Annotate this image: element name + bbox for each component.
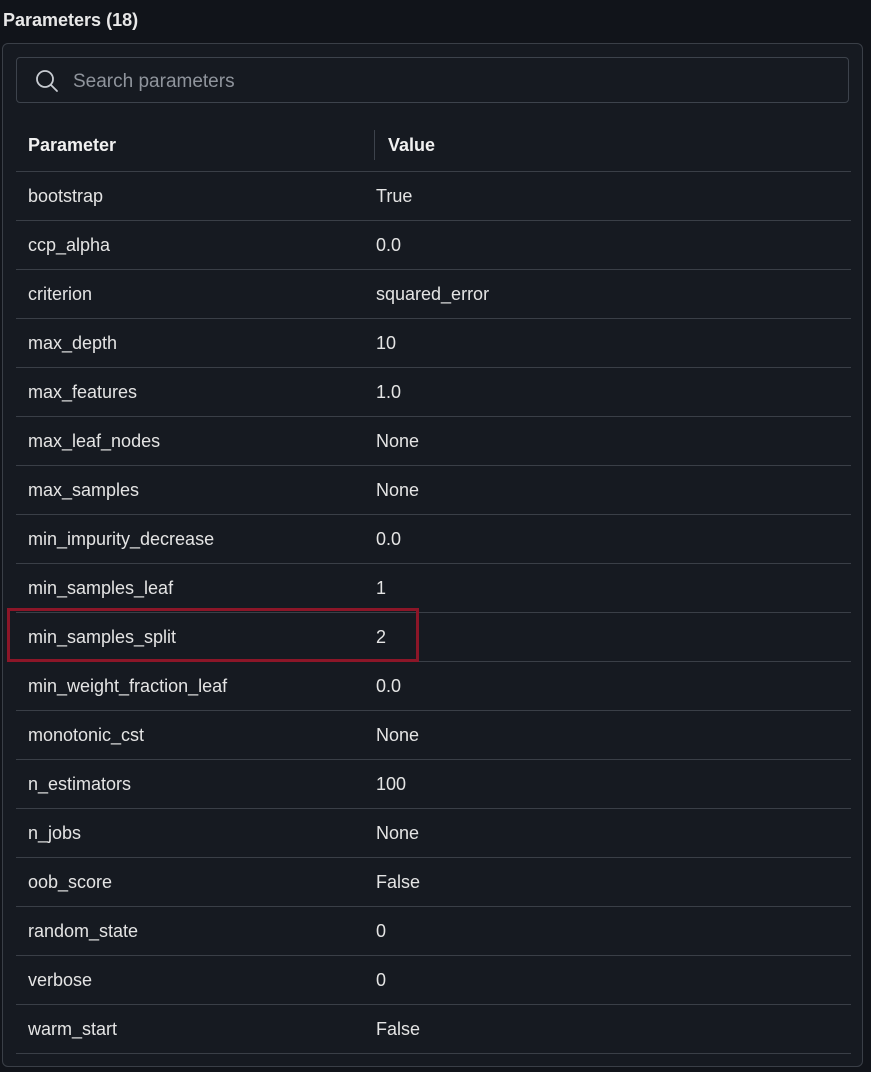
table-row[interactable]: ccp_alpha 0.0 (16, 221, 851, 270)
table-row[interactable]: criterion squared_error (16, 270, 851, 319)
table-row[interactable]: min_impurity_decrease 0.0 (16, 515, 851, 564)
parameter-name: n_estimators (28, 774, 132, 794)
parameter-value: 1.0 (376, 382, 402, 402)
parameter-value: None (376, 725, 420, 745)
table-row[interactable]: min_samples_leaf 1 (16, 564, 851, 613)
table-row[interactable]: max_depth 10 (16, 319, 851, 368)
table-header: Parameter Value (16, 120, 851, 172)
parameter-value: 0 (376, 970, 387, 990)
parameter-value: 0.0 (376, 235, 402, 255)
table-row[interactable]: n_estimators 100 (16, 760, 851, 809)
panel-title: Parameters (18) (3, 10, 139, 30)
table-row[interactable]: random_state 0 (16, 907, 851, 956)
search-icon (36, 70, 58, 92)
parameter-value: None (376, 431, 420, 451)
parameter-value: 0 (376, 921, 387, 941)
parameter-name: min_impurity_decrease (28, 529, 215, 549)
parameter-name: max_leaf_nodes (28, 431, 161, 451)
parameter-name: n_jobs (28, 823, 82, 843)
parameters-table: Parameter Value bootstrap True ccp_alpha 0.… (16, 120, 851, 1054)
search-box[interactable] (16, 57, 849, 103)
column-header-value[interactable]: Value (388, 135, 435, 156)
parameter-value: 2 (376, 627, 387, 647)
parameter-value: False (376, 1019, 421, 1039)
parameter-value: 1 (376, 578, 387, 598)
table-row[interactable]: max_features 1.0 (16, 368, 851, 417)
column-divider[interactable] (374, 130, 375, 160)
parameter-value: None (376, 480, 420, 500)
parameter-name: random_state (28, 921, 139, 941)
parameter-name: ccp_alpha (28, 235, 111, 255)
parameter-name: monotonic_cst (28, 725, 145, 745)
table-row[interactable]: n_jobs None (16, 809, 851, 858)
table-row[interactable]: bootstrap True (16, 172, 851, 221)
table-row[interactable]: max_samples None (16, 466, 851, 515)
parameter-value: False (376, 872, 421, 892)
parameter-name: min_weight_fraction_leaf (28, 676, 228, 696)
parameter-name: min_samples_split (28, 627, 177, 647)
parameter-name: max_features (28, 382, 138, 402)
parameter-value: None (376, 823, 420, 843)
table-row[interactable]: oob_score False (16, 858, 851, 907)
parameter-value: True (376, 186, 413, 206)
parameter-name: warm_start (28, 1019, 118, 1039)
search-input[interactable] (71, 66, 835, 98)
parameter-name: verbose (28, 970, 93, 990)
table-row[interactable]: verbose 0 (16, 956, 851, 1005)
table-row[interactable]: monotonic_cst None (16, 711, 851, 760)
parameter-value: 100 (376, 774, 407, 794)
parameter-name: oob_score (28, 872, 113, 892)
table-row[interactable]: min_weight_fraction_leaf 0.0 (16, 662, 851, 711)
parameter-value: 0.0 (376, 676, 402, 696)
table-row[interactable]: warm_start False (16, 1005, 851, 1054)
parameter-name: criterion (28, 284, 93, 304)
parameters-panel: Parameter Value bootstrap True ccp_alpha 0.… (2, 43, 863, 1067)
table-row[interactable]: min_samples_split 2 (16, 613, 851, 662)
parameter-value: 10 (376, 333, 397, 353)
parameter-name: bootstrap (28, 186, 104, 206)
parameter-name: max_depth (28, 333, 118, 353)
table-row[interactable]: max_leaf_nodes None (16, 417, 851, 466)
parameter-value: 0.0 (376, 529, 402, 549)
table-body: bootstrap True ccp_alpha 0.0 criterion square… (16, 172, 851, 1054)
column-header-parameter[interactable]: Parameter (28, 135, 116, 156)
parameter-name: max_samples (28, 480, 140, 500)
parameter-value: squared_error (376, 284, 490, 304)
parameter-name: min_samples_leaf (28, 578, 174, 598)
